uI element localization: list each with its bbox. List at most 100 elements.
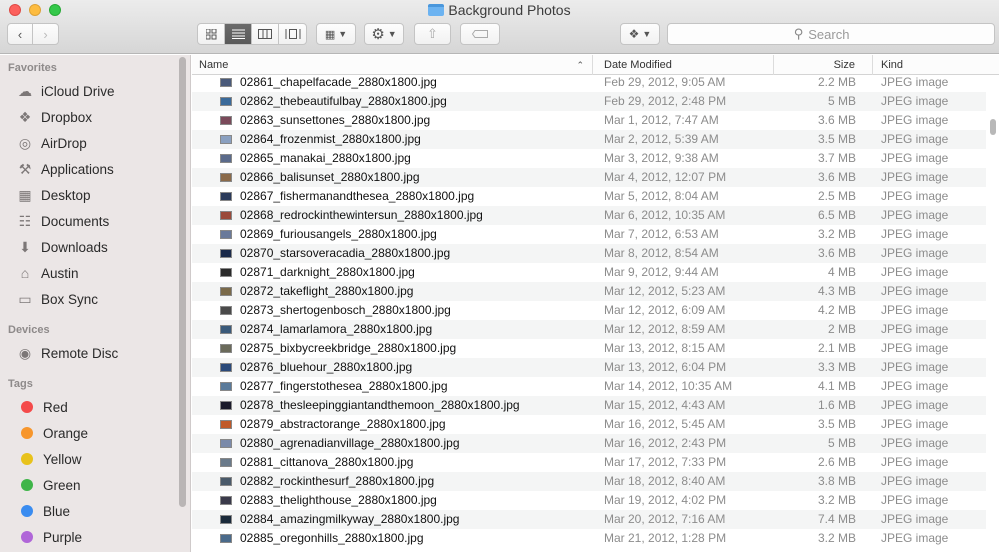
name-column-header[interactable]: Name ⌃ (192, 55, 593, 75)
sidebar-item-airdrop[interactable]: ◎ AirDrop (0, 130, 178, 156)
file-row[interactable]: 02881_cittanova_2880x1800.jpg Mar 17, 201… (192, 453, 986, 472)
image-thumbnail-icon (220, 401, 232, 410)
file-kind: JPEG image (881, 94, 949, 108)
sidebar-item-icloud-drive[interactable]: ☁ iCloud Drive (0, 78, 178, 104)
file-kind: JPEG image (881, 379, 949, 393)
tags-heading: Tags (8, 378, 33, 390)
tag-icon (472, 30, 488, 38)
file-name: 02875_bixbycreekbridge_2880x1800.jpg (240, 341, 457, 355)
dropbox-toolbar-button[interactable]: ❖ ▼ (620, 23, 660, 45)
file-row[interactable]: 02880_agrenadianvillage_2880x1800.jpg Mar… (192, 434, 986, 453)
file-row[interactable]: 02873_shertogenbosch_2880x1800.jpg Mar 12… (192, 301, 986, 320)
size-column-header[interactable]: Size (774, 55, 873, 75)
file-row[interactable]: 02884_amazingmilkyway_2880x1800.jpg Mar 2… (192, 510, 986, 529)
image-thumbnail-icon (220, 192, 232, 201)
file-row[interactable]: 02876_bluehour_2880x1800.jpg Mar 13, 2012… (192, 358, 986, 377)
sidebar-item-austin[interactable]: ⌂ Austin (0, 260, 178, 286)
tag-item-orange[interactable]: Orange (0, 420, 178, 446)
sidebar-item-label: Desktop (41, 187, 91, 203)
tag-item-green[interactable]: Green (0, 472, 178, 498)
file-date-modified: Mar 3, 2012, 9:38 AM (604, 151, 719, 165)
sidebar-scrollbar[interactable] (179, 57, 186, 507)
devices-heading: Devices (8, 324, 50, 336)
file-row[interactable]: 02871_darknight_2880x1800.jpg Mar 9, 2012… (192, 263, 986, 282)
coverflow-view-button[interactable] (279, 24, 306, 44)
tag-item-blue[interactable]: Blue (0, 498, 178, 524)
sidebar-item-label: Box Sync (41, 291, 99, 307)
image-thumbnail-icon (220, 325, 232, 334)
file-row[interactable]: 02864_frozenmist_2880x1800.jpg Mar 2, 201… (192, 130, 986, 149)
file-name: 02869_furiousangels_2880x1800.jpg (240, 227, 437, 241)
file-size: 2.6 MB (817, 455, 856, 469)
back-button[interactable]: ‹ (8, 24, 34, 44)
sidebar-item-applications[interactable]: ⚒ Applications (0, 156, 178, 182)
tag-item-red[interactable]: Red (0, 394, 178, 420)
file-size: 3.6 MB (817, 170, 856, 184)
share-button[interactable]: ⇧ (414, 23, 451, 45)
list-view-button[interactable] (225, 24, 252, 44)
tag-label: Purple (43, 529, 83, 545)
file-row[interactable]: 02885_oregonhills_2880x1800.jpg Mar 21, 2… (192, 529, 986, 548)
file-size: 4 MB (827, 265, 856, 279)
file-row[interactable]: 02874_lamarlamora_2880x1800.jpg Mar 12, 2… (192, 320, 986, 339)
forward-button[interactable]: › (33, 24, 58, 44)
image-thumbnail-icon (220, 382, 232, 391)
sidebar-item-dropbox[interactable]: ❖ Dropbox (0, 104, 178, 130)
list-scrollbar[interactable] (990, 119, 996, 135)
tag-color-dot (21, 479, 33, 491)
column-view-button[interactable] (252, 24, 279, 44)
kind-column-header[interactable]: Kind (873, 55, 999, 75)
file-row[interactable]: 02875_bixbycreekbridge_2880x1800.jpg Mar … (192, 339, 986, 358)
file-size: 3.7 MB (817, 151, 856, 165)
dropbox-icon: ❖ (628, 27, 640, 41)
file-row[interactable]: 02867_fishermanandthesea_2880x1800.jpg Ma… (192, 187, 986, 206)
list-icon (231, 29, 245, 39)
sidebar-item-downloads[interactable]: ⬇ Downloads (0, 234, 178, 260)
file-kind: JPEG image (881, 360, 949, 374)
file-row[interactable]: 02869_furiousangels_2880x1800.jpg Mar 7, … (192, 225, 986, 244)
sidebar-item-documents[interactable]: ☷ Documents (0, 208, 178, 234)
file-row[interactable]: 02861_chapelfacade_2880x1800.jpg Feb 29, … (192, 73, 986, 92)
file-row[interactable]: 02883_thelighthouse_2880x1800.jpg Mar 19,… (192, 491, 986, 510)
file-kind: JPEG image (881, 322, 949, 336)
file-row[interactable]: 02879_abstractorange_2880x1800.jpg Mar 16… (192, 415, 986, 434)
file-kind: JPEG image (881, 246, 949, 260)
toolbar: Background Photos ‹ › ▦ ▼ ⚙ ▼ ⇧ ❖ ▼ ⚲ (0, 0, 999, 54)
arrange-button[interactable]: ▦ ▼ (316, 23, 356, 45)
sidebar-item-remote-disc[interactable]: ◉ Remote Disc (0, 340, 178, 366)
file-row[interactable]: 02868_redrockinthewintersun_2880x1800.jp… (192, 206, 986, 225)
file-row[interactable]: 02862_thebeautifulbay_2880x1800.jpg Feb 2… (192, 92, 986, 111)
date-modified-column-header[interactable]: Date Modified (593, 55, 774, 75)
icon-view-button[interactable] (198, 24, 225, 44)
tag-item-purple[interactable]: Purple (0, 524, 178, 550)
edit-tags-button[interactable] (460, 23, 500, 45)
file-size: 7.4 MB (817, 512, 856, 526)
file-row[interactable]: 02877_fingerstothesea_2880x1800.jpg Mar 1… (192, 377, 986, 396)
file-kind: JPEG image (881, 341, 949, 355)
file-kind: JPEG image (881, 417, 949, 431)
sidebar-item-desktop[interactable]: ▦ Desktop (0, 182, 178, 208)
file-date-modified: Mar 4, 2012, 12:07 PM (604, 170, 727, 184)
file-size: 2.1 MB (817, 341, 856, 355)
file-row[interactable]: 02878_thesleepinggiantandthemoon_2880x18… (192, 396, 986, 415)
file-row[interactable]: 02872_takeflight_2880x1800.jpg Mar 12, 20… (192, 282, 986, 301)
sidebar-item-box-sync[interactable]: ▭ Box Sync (0, 286, 178, 312)
file-kind: JPEG image (881, 303, 949, 317)
tag-color-dot (21, 505, 33, 517)
chevron-down-icon: ▼ (338, 29, 348, 39)
downloads-icon: ⬇ (19, 238, 31, 255)
file-row[interactable]: 02865_manakai_2880x1800.jpg Mar 3, 2012, … (192, 149, 986, 168)
sidebar-item-label: Austin (41, 265, 79, 281)
tag-item-yellow[interactable]: Yellow (0, 446, 178, 472)
file-date-modified: Mar 13, 2012, 8:15 AM (604, 341, 726, 355)
file-row[interactable]: 02882_rockinthesurf_2880x1800.jpg Mar 18,… (192, 472, 986, 491)
file-size: 2 MB (827, 322, 856, 336)
file-name: 02881_cittanova_2880x1800.jpg (240, 455, 414, 469)
action-button[interactable]: ⚙ ▼ (364, 23, 404, 45)
file-row[interactable]: 02870_starsoveracadia_2880x1800.jpg Mar 8… (192, 244, 986, 263)
file-row[interactable]: 02863_sunsettones_2880x1800.jpg Mar 1, 20… (192, 111, 986, 130)
file-name: 02871_darknight_2880x1800.jpg (240, 265, 415, 279)
search-field[interactable]: ⚲ (667, 23, 995, 45)
search-input[interactable] (808, 26, 869, 42)
file-row[interactable]: 02866_balisunset_2880x1800.jpg Mar 4, 201… (192, 168, 986, 187)
